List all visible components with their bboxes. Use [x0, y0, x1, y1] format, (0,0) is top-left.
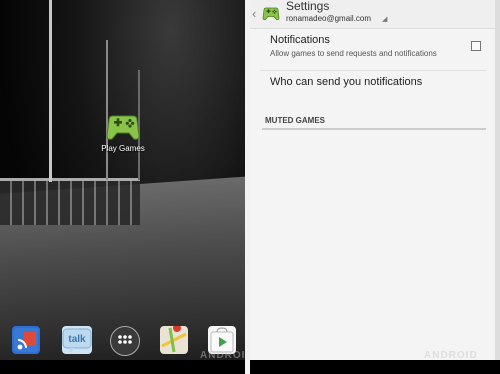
- dropdown-arrow-icon[interactable]: ◢: [382, 15, 387, 23]
- account-selector[interactable]: ronamadeo@gmail.com: [286, 14, 371, 23]
- system-nav-bar: [0, 360, 245, 374]
- wallpaper-guardrail: [0, 178, 140, 225]
- section-divider: [262, 128, 486, 130]
- talk-label: talk: [68, 334, 86, 345]
- screen-edge: [495, 0, 500, 374]
- system-nav-bar: [250, 360, 500, 374]
- play-games-icon[interactable]: [260, 4, 282, 24]
- wallpaper-streetlight: [49, 0, 52, 182]
- action-bar: ‹ Settings ronamadeo@gmail.com ◢: [250, 0, 495, 29]
- notifications-subtitle: Allow games to send requests and notific…: [270, 49, 437, 58]
- list-divider: [260, 70, 486, 71]
- talk-app-icon[interactable]: talk: [62, 326, 92, 354]
- play-games-icon[interactable]: [103, 108, 143, 148]
- who-can-send-setting[interactable]: Who can send you notifications: [270, 76, 422, 88]
- muted-games-header: MUTED GAMES: [265, 116, 325, 125]
- play-games-label[interactable]: Play Games: [90, 144, 156, 153]
- rss-app-icon[interactable]: [12, 326, 40, 354]
- notifications-setting[interactable]: Notifications Allow games to send reques…: [270, 34, 492, 66]
- maps-icon[interactable]: [160, 324, 188, 354]
- back-chevron-icon[interactable]: ‹: [252, 6, 256, 21]
- page-title: Settings: [286, 0, 330, 13]
- app-drawer-icon[interactable]: [110, 326, 140, 356]
- settings-screen: ‹ Settings ronamadeo@gmail.com ◢ Notific…: [250, 0, 495, 360]
- home-screen: Play Games talk ANDROI: [0, 0, 245, 374]
- notifications-title: Notifications: [270, 34, 330, 46]
- notifications-checkbox[interactable]: [471, 41, 481, 51]
- watermark: ANDROID: [424, 350, 478, 361]
